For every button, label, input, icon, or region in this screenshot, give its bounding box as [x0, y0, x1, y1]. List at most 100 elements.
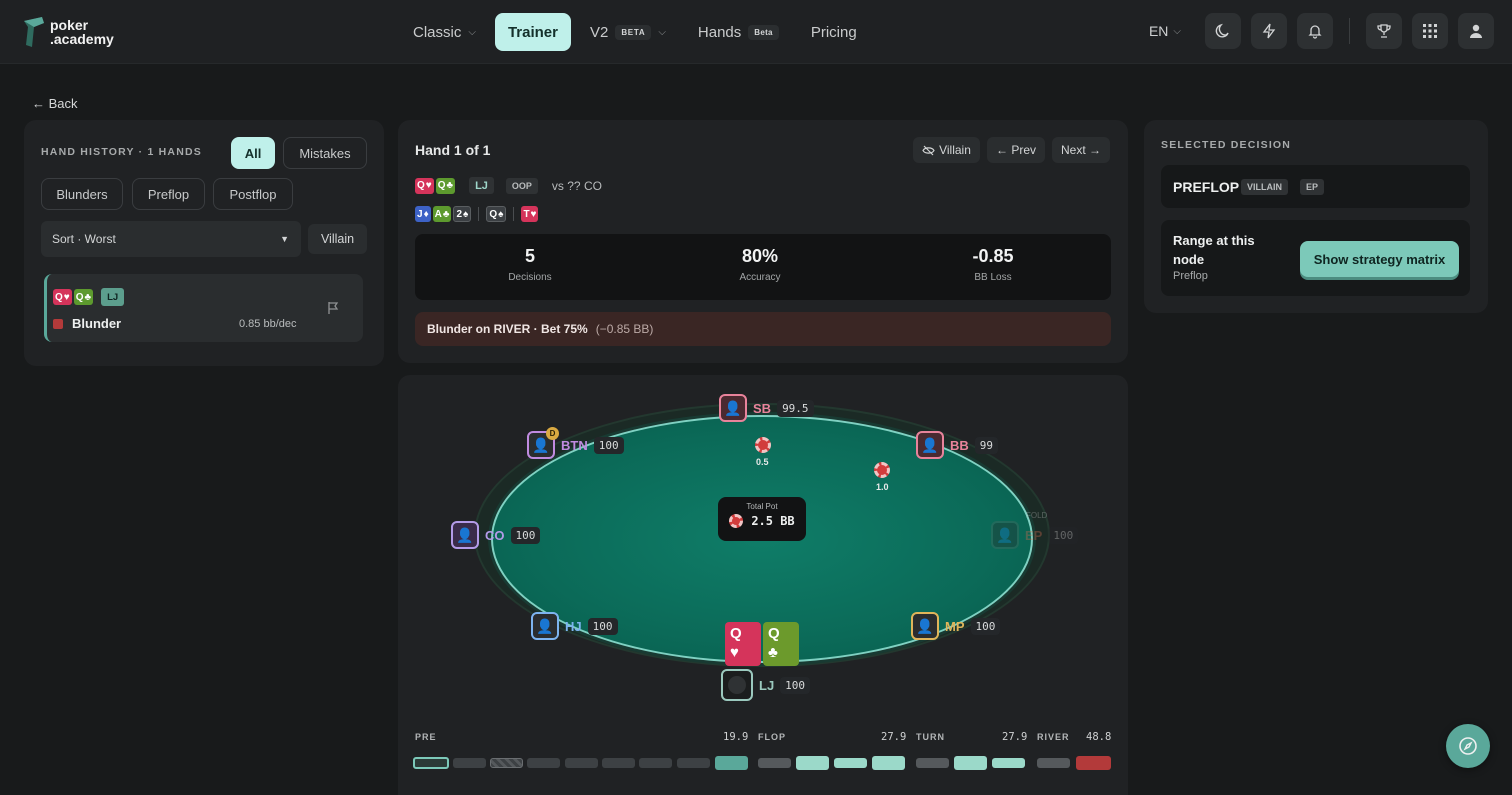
apps-button[interactable] [1412, 13, 1448, 49]
filter-preflop[interactable]: Preflop [132, 178, 205, 210]
header-actions: EN ⌵ [1149, 13, 1494, 49]
action-step[interactable] [715, 756, 748, 770]
opponent-label: vs ?? CO [551, 178, 602, 193]
range-row: Range at this node Preflop Show strategy… [1161, 220, 1470, 296]
divider [513, 207, 515, 221]
chip-icon [755, 437, 771, 453]
nav-v2[interactable]: V2 BETA ⌵ [577, 13, 679, 51]
action-step-blunder[interactable] [1076, 756, 1111, 770]
action-step[interactable] [834, 758, 867, 768]
quick-actions-button[interactable] [1251, 13, 1287, 49]
stat-bb-loss: -0.85 BB Loss [972, 246, 1014, 283]
chevron-down-icon: ⌵ [658, 26, 666, 38]
action-step[interactable] [527, 758, 560, 768]
lightning-icon [1262, 23, 1276, 39]
action-step[interactable] [872, 756, 905, 770]
hand-list-item[interactable]: Q ♥ Q ♣ LJ Blunder 0.85 bb/dec [44, 274, 363, 342]
filter-postflop[interactable]: Postflop [213, 178, 293, 210]
nav-pricing[interactable]: Pricing [798, 13, 870, 51]
selected-decision-title: SELECTED DECISION [1161, 139, 1292, 151]
prev-button[interactable]: ← Prev [987, 137, 1045, 163]
chip-icon [729, 514, 744, 528]
action-step[interactable] [758, 758, 791, 768]
seat-ep[interactable]: 👤 EP 100 FOLD [991, 511, 1079, 549]
selected-decision-panel: SELECTED DECISION PREFLOP VILLAIN EP Ran… [1144, 120, 1488, 313]
sort-select[interactable]: Sort · Worst ▼ [41, 221, 301, 257]
action-step[interactable] [1037, 758, 1070, 768]
pot-display: Total Pot 2.5 BB [718, 497, 806, 541]
flag-icon[interactable] [327, 301, 339, 315]
notifications-button[interactable] [1297, 13, 1333, 49]
position-tag: LJ [469, 177, 494, 194]
hand-history-title: HAND HISTORY · 1 HANDS [41, 146, 202, 158]
beta-badge: Beta [748, 24, 779, 40]
eye-off-icon [922, 145, 935, 155]
decision-street: PREFLOP [1173, 179, 1240, 195]
seat-hj[interactable]: 👤 HJ 100 [531, 612, 618, 640]
action-step[interactable] [954, 756, 987, 770]
board-row: J ♦ A ♣ 2 ♠ Q ♠ T ♥ [415, 206, 539, 222]
blunder-indicator [53, 319, 63, 329]
avatar: 👤 [916, 431, 944, 459]
action-step[interactable] [796, 756, 829, 770]
seat-bb[interactable]: 👤 BB 99 [916, 431, 999, 459]
action-step[interactable] [992, 758, 1025, 768]
seat-lj-hero[interactable]: LJ 100 [721, 669, 811, 701]
filter-blunders[interactable]: Blunders [41, 178, 123, 210]
grid-icon [1423, 24, 1437, 38]
action-step[interactable] [602, 758, 635, 768]
profile-button[interactable] [1458, 13, 1494, 49]
seat-co[interactable]: 👤 CO 100 [451, 521, 541, 549]
action-step[interactable] [453, 758, 486, 768]
blunder-banner[interactable]: Blunder on RIVER · Bet 75% (−0.85 BB) [415, 312, 1111, 346]
street-label-turn: TURN [916, 732, 945, 742]
action-step[interactable] [565, 758, 598, 768]
nav-classic[interactable]: Classic ⌵ [400, 13, 489, 51]
filter-all[interactable]: All [231, 137, 275, 169]
dealer-button: D [546, 427, 559, 440]
action-step[interactable] [639, 758, 672, 768]
range-sublabel: Preflop [1173, 270, 1208, 282]
back-link[interactable]: ← Back [32, 96, 78, 111]
fold-label: FOLD [1026, 511, 1048, 520]
severity-label: Blunder [72, 316, 122, 331]
avatar: 👤 [531, 612, 559, 640]
leaderboard-button[interactable] [1366, 13, 1402, 49]
seat-btn[interactable]: 👤 D BTN 100 [527, 427, 624, 459]
avatar [721, 669, 753, 701]
avatar: 👤 D [527, 427, 559, 459]
seat-sb[interactable]: 👤 SB 99.5 [719, 394, 814, 422]
position-tag: EP [1300, 179, 1325, 195]
hero-card: Q ♣ [763, 622, 799, 666]
action-step[interactable] [490, 758, 523, 768]
beta-badge: BETA [615, 24, 652, 40]
range-label: Range at this node [1173, 233, 1255, 267]
theme-toggle-button[interactable] [1205, 13, 1241, 49]
card: Q ♥ [415, 177, 434, 194]
avatar: 👤 [719, 394, 747, 422]
hand-summary-panel: Hand 1 of 1 Villain ← Prev Next → Q ♥ Q ♣ … [398, 120, 1128, 363]
card: Q ♣ [73, 289, 94, 305]
villain-toggle-button[interactable]: Villain [913, 137, 980, 163]
villain-filter-button[interactable]: Villain [308, 224, 367, 254]
action-step-selected[interactable] [413, 757, 449, 769]
tour-button[interactable] [1446, 724, 1490, 768]
divider [478, 207, 480, 221]
filter-mistakes[interactable]: Mistakes [283, 137, 367, 169]
language-selector[interactable]: EN ⌵ [1149, 23, 1181, 39]
next-button[interactable]: Next → [1052, 137, 1110, 163]
seat-mp[interactable]: 👤 MP 100 [911, 612, 1001, 640]
user-icon [1470, 24, 1482, 38]
hand-cards: Q ♥ Q ♣ LJ [53, 288, 125, 306]
logo[interactable]: poker .academy [22, 15, 114, 49]
nav-hands[interactable]: Hands Beta [685, 13, 792, 51]
table-panel: 👤 SB 99.5 👤 D BTN 100 👤 BB 99 👤 CO 100 👤 EP 10… [398, 375, 1128, 795]
card: T ♥ [521, 206, 539, 222]
show-strategy-matrix-button[interactable]: Show strategy matrix [1300, 241, 1459, 277]
nav-trainer[interactable]: Trainer [494, 13, 571, 51]
card: Q ♣ [435, 177, 456, 194]
pot-amount-pre: 19.9 [723, 731, 749, 743]
sb-bet: 0.5 [756, 457, 769, 467]
action-step[interactable] [916, 758, 949, 768]
action-step[interactable] [677, 758, 710, 768]
